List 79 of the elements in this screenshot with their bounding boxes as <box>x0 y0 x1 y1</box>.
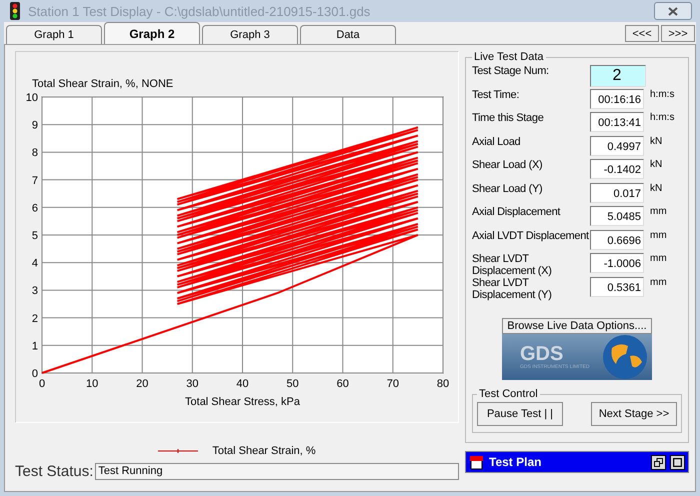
tab[interactable]: Graph 3 <box>202 25 298 44</box>
control-button[interactable]: Next Stage >> <box>591 402 677 426</box>
field-label: Shear Load (X) <box>472 159 544 171</box>
field-label: Test Time: <box>472 88 520 100</box>
x-tick-label: 40 <box>236 378 249 390</box>
status-label: Test Status: <box>15 463 94 480</box>
value-field: 00:13:41 <box>590 112 644 132</box>
unit-label: kN <box>650 182 662 194</box>
nav-button[interactable]: <<< <box>625 25 659 42</box>
x-tick-label: 30 <box>186 378 198 390</box>
y-tick-label: 2 <box>32 312 38 325</box>
test-plan-bar[interactable]: Test Plan <box>465 451 689 473</box>
value-field: -1.0006 <box>590 253 644 273</box>
unit-label: h:m:s <box>650 112 674 123</box>
tab[interactable]: Graph 1 <box>6 25 102 44</box>
value-field: 5.0485 <box>590 206 644 226</box>
y-tick-label: 3 <box>32 285 38 298</box>
field-label: Axial Displacement <box>472 206 562 218</box>
y-tick-label: 10 <box>26 92 38 104</box>
x-tick-label: 60 <box>336 378 349 390</box>
group-title: Live Test Data <box>473 51 545 63</box>
value-field: 0.6696 <box>590 230 644 250</box>
value-field: 2 <box>590 65 646 87</box>
value-field: 0.5361 <box>590 276 644 296</box>
field-label: Shear LVDT Displacement (X) <box>472 253 553 277</box>
value-field: 0.017 <box>590 182 644 202</box>
logo-text: GDS <box>520 344 564 364</box>
y-axis-title: Total Shear Strain, %, NONE <box>32 78 174 90</box>
y-tick-label: 7 <box>32 174 38 187</box>
x-tick-label: 50 <box>286 378 299 390</box>
value-field: 00:16:16 <box>590 88 644 108</box>
y-tick-label: 9 <box>32 120 38 132</box>
restore-icon <box>654 458 663 466</box>
field-label: Shear Load (Y) <box>472 182 544 194</box>
unit-label: kN <box>650 159 662 170</box>
browse-button[interactable]: Browse Live Data Options.... <box>502 318 652 334</box>
value-field: 0.4997 <box>590 136 644 156</box>
window-title: Station 1 Test Display - C:\gdslab\untitled-210915-1301.gds <box>28 4 372 18</box>
x-tick-label: 0 <box>38 378 46 390</box>
status-field: Test Running <box>95 463 459 480</box>
restore-button[interactable] <box>651 454 666 470</box>
field-label: Axial Load <box>472 136 522 148</box>
document-icon <box>469 454 485 470</box>
unit-label: mm <box>650 276 667 288</box>
control-button[interactable]: Pause Test | | <box>477 402 563 426</box>
unit-label: mm <box>650 230 667 240</box>
value-field: -0.1402 <box>590 159 644 179</box>
unit-label: mm <box>650 253 667 264</box>
unit-label: kN <box>650 136 662 146</box>
group-title: Test Control <box>478 388 539 400</box>
close-button[interactable] <box>654 2 692 20</box>
x-tick-label: 80 <box>436 378 450 390</box>
x-axis-title: Total Shear Stress, kPa <box>185 396 300 408</box>
traffic-light-icon <box>8 2 22 20</box>
x-tick-label: 10 <box>86 378 98 390</box>
close-icon <box>668 6 678 16</box>
y-tick-label: 0 <box>32 368 38 380</box>
tab[interactable]: Graph 2 <box>104 22 200 44</box>
x-tick-label: 20 <box>136 378 148 390</box>
legend-line-icon <box>158 447 198 455</box>
maximize-button[interactable] <box>670 454 685 470</box>
unit-label: h:m:s <box>650 88 674 100</box>
field-label: Test Stage Num: <box>472 65 550 77</box>
unit-label: mm <box>650 206 667 217</box>
y-tick-label: 4 <box>32 258 38 270</box>
globe-icon <box>602 334 648 380</box>
y-tick-label: 6 <box>32 202 38 214</box>
tab[interactable]: Data <box>300 25 396 44</box>
field-label: Time this Stage <box>472 112 545 124</box>
y-tick-label: 1 <box>32 340 38 352</box>
field-label: Shear LVDT Displacement (Y) <box>472 276 553 300</box>
maximize-icon <box>673 458 682 466</box>
y-tick-label: 8 <box>32 147 38 160</box>
legend-label: Total Shear Strain, % <box>212 445 316 457</box>
panel-title: Test Plan <box>489 455 542 469</box>
y-tick-label: 5 <box>32 230 38 242</box>
x-tick-label: 70 <box>386 378 399 390</box>
field-label: Axial LVDT Displacement <box>472 230 590 242</box>
nav-button[interactable]: >>> <box>661 25 695 42</box>
